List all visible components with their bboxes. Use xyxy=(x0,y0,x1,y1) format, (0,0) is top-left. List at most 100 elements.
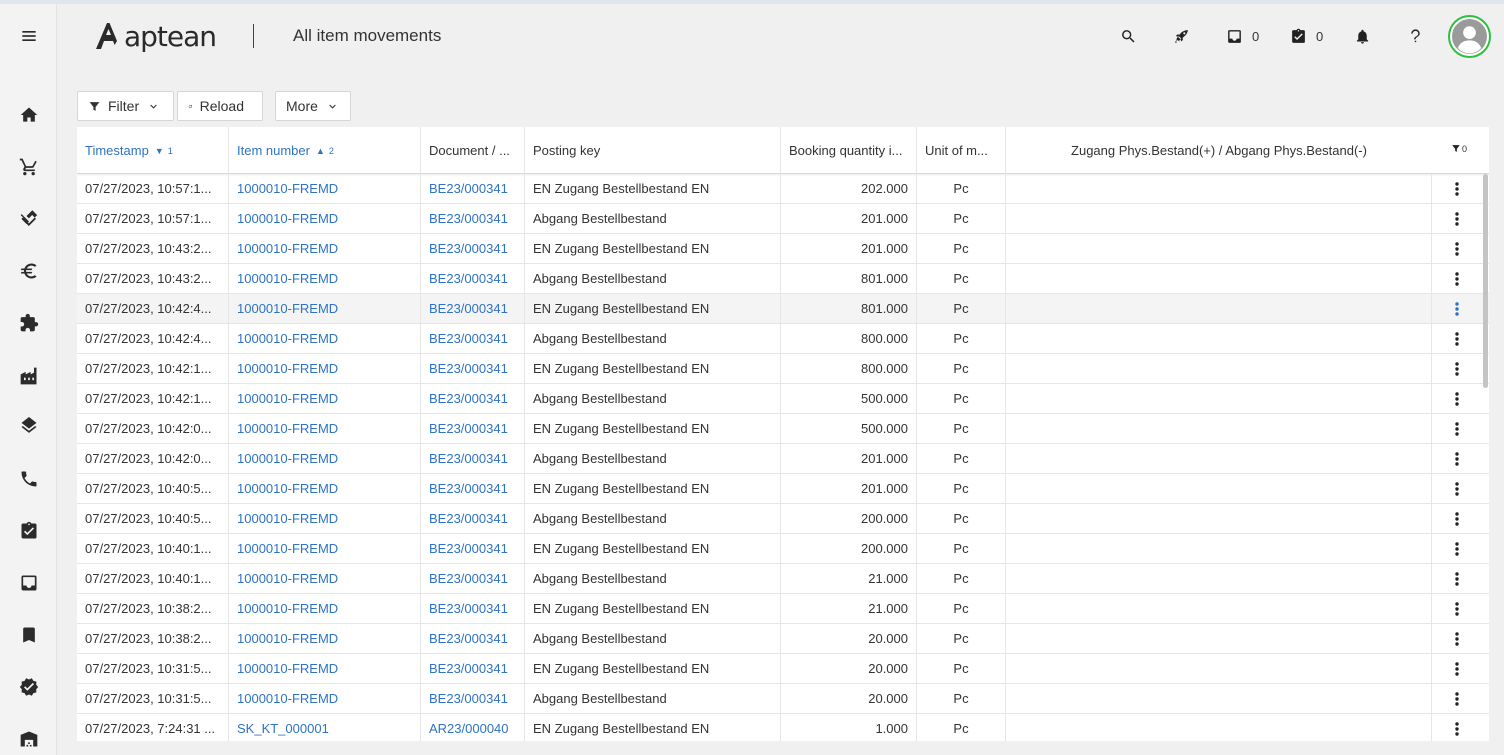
cell-item-number[interactable]: 1000010-FREMD xyxy=(229,174,421,204)
cell-item-number[interactable]: 1000010-FREMD xyxy=(229,204,421,234)
factory-icon[interactable] xyxy=(0,356,57,396)
table-row[interactable]: 07/27/2023, 10:40:5... 1000010-FREMD BE23/… xyxy=(77,504,1489,534)
row-actions-button[interactable] xyxy=(1433,594,1481,624)
row-actions-button[interactable] xyxy=(1433,654,1481,684)
inbox-icon[interactable] xyxy=(0,563,57,603)
puzzle-icon[interactable] xyxy=(0,303,57,343)
column-header-item-number[interactable]: Item number ▲ 2 xyxy=(229,127,421,174)
table-row[interactable]: 07/27/2023, 10:43:2... 1000010-FREMD BE23/… xyxy=(77,264,1489,294)
table-row[interactable]: 07/27/2023, 10:42:4... 1000010-FREMD BE23/… xyxy=(77,324,1489,354)
cell-document[interactable]: BE23/000341 xyxy=(421,234,525,264)
quick-launch-button[interactable] xyxy=(1173,22,1190,50)
cell-item-number[interactable]: 1000010-FREMD xyxy=(229,294,421,324)
reload-button[interactable]: Reload xyxy=(177,91,263,121)
row-actions-button[interactable] xyxy=(1433,324,1481,354)
table-row[interactable]: 07/27/2023, 10:38:2... 1000010-FREMD BE23/… xyxy=(77,624,1489,654)
user-avatar[interactable] xyxy=(1448,15,1491,58)
inbox-button[interactable]: 0 xyxy=(1226,22,1259,50)
tasks-button[interactable]: 0 xyxy=(1290,22,1323,50)
table-row[interactable]: 07/27/2023, 10:57:1... 1000010-FREMD BE23/… xyxy=(77,204,1489,234)
table-row[interactable]: 07/27/2023, 10:42:1... 1000010-FREMD BE23/… xyxy=(77,384,1489,414)
column-header-document[interactable]: Document / ... xyxy=(421,127,525,174)
row-actions-button[interactable] xyxy=(1433,564,1481,594)
cell-item-number[interactable]: 1000010-FREMD xyxy=(229,264,421,294)
cell-document[interactable]: BE23/000341 xyxy=(421,174,525,204)
warehouse-icon[interactable] xyxy=(0,719,57,755)
row-actions-button[interactable] xyxy=(1433,294,1481,324)
row-actions-button[interactable] xyxy=(1433,684,1481,714)
table-row[interactable]: 07/27/2023, 10:57:1... 1000010-FREMD BE23/… xyxy=(77,174,1489,204)
filter-button[interactable]: Filter xyxy=(77,91,174,121)
verified-badge-icon[interactable] xyxy=(0,667,57,707)
row-actions-button[interactable] xyxy=(1433,534,1481,564)
cell-document[interactable]: BE23/000341 xyxy=(421,444,525,474)
row-actions-button[interactable] xyxy=(1433,714,1481,741)
cell-document[interactable]: BE23/000341 xyxy=(421,504,525,534)
cell-document[interactable]: BE23/000341 xyxy=(421,624,525,654)
cell-item-number[interactable]: 1000010-FREMD xyxy=(229,414,421,444)
row-actions-button[interactable] xyxy=(1433,234,1481,264)
table-row[interactable]: 07/27/2023, 10:40:1... 1000010-FREMD BE23/… xyxy=(77,564,1489,594)
table-row[interactable]: 07/27/2023, 10:43:2... 1000010-FREMD BE23/… xyxy=(77,234,1489,264)
vertical-scrollbar[interactable] xyxy=(1483,174,1488,388)
cell-document[interactable]: BE23/000341 xyxy=(421,684,525,714)
task-icon[interactable] xyxy=(0,511,57,551)
cell-item-number[interactable]: 1000010-FREMD xyxy=(229,564,421,594)
table-row[interactable]: 07/27/2023, 10:31:5... 1000010-FREMD BE23/… xyxy=(77,684,1489,714)
table-row[interactable]: 07/27/2023, 10:42:0... 1000010-FREMD BE23/… xyxy=(77,414,1489,444)
cell-document[interactable]: BE23/000341 xyxy=(421,384,525,414)
cell-document[interactable]: BE23/000341 xyxy=(421,474,525,504)
row-actions-button[interactable] xyxy=(1433,354,1481,384)
cell-document[interactable]: BE23/000341 xyxy=(421,294,525,324)
table-row[interactable]: 07/27/2023, 10:42:1... 1000010-FREMD BE23/… xyxy=(77,354,1489,384)
cell-document[interactable]: BE23/000341 xyxy=(421,564,525,594)
cell-document[interactable]: BE23/000341 xyxy=(421,264,525,294)
cell-document[interactable]: BE23/000341 xyxy=(421,354,525,384)
table-row[interactable]: 07/27/2023, 7:24:31 ... SK_KT_000001 AR23/… xyxy=(77,714,1489,741)
column-header-unit[interactable]: Unit of m... xyxy=(917,127,1006,174)
cart-icon[interactable] xyxy=(0,147,57,187)
cell-item-number[interactable]: 1000010-FREMD xyxy=(229,234,421,264)
cell-item-number[interactable]: 1000010-FREMD xyxy=(229,654,421,684)
row-actions-button[interactable] xyxy=(1433,174,1481,204)
euro-icon[interactable] xyxy=(0,251,57,291)
cell-item-number[interactable]: 1000010-FREMD xyxy=(229,474,421,504)
row-actions-button[interactable] xyxy=(1433,474,1481,504)
table-row[interactable]: 07/27/2023, 10:38:2... 1000010-FREMD BE23/… xyxy=(77,594,1489,624)
help-button[interactable] xyxy=(1407,22,1424,50)
cell-item-number[interactable]: 1000010-FREMD xyxy=(229,354,421,384)
column-header-zugang-abgang[interactable]: Zugang Phys.Bestand(+) / Abgang Phys.Bes… xyxy=(1006,127,1432,174)
table-row[interactable]: 07/27/2023, 10:40:1... 1000010-FREMD BE23/… xyxy=(77,534,1489,564)
row-actions-button[interactable] xyxy=(1433,504,1481,534)
cell-item-number[interactable]: 1000010-FREMD xyxy=(229,444,421,474)
cell-document[interactable]: BE23/000341 xyxy=(421,414,525,444)
cell-document[interactable]: AR23/000040 xyxy=(421,714,525,741)
hamburger-menu-icon[interactable] xyxy=(0,16,57,56)
table-row[interactable]: 07/27/2023, 10:42:0... 1000010-FREMD BE23/… xyxy=(77,444,1489,474)
cell-item-number[interactable]: 1000010-FREMD xyxy=(229,684,421,714)
row-actions-button[interactable] xyxy=(1433,414,1481,444)
cell-item-number[interactable]: 1000010-FREMD xyxy=(229,534,421,564)
home-icon[interactable] xyxy=(0,95,57,135)
phone-icon[interactable] xyxy=(0,459,57,499)
more-button[interactable]: More xyxy=(275,91,351,121)
cell-document[interactable]: BE23/000341 xyxy=(421,654,525,684)
bookmark-icon[interactable] xyxy=(0,615,57,655)
cell-item-number[interactable]: 1000010-FREMD xyxy=(229,504,421,534)
cell-item-number[interactable]: 1000010-FREMD xyxy=(229,324,421,354)
column-header-booking-quantity[interactable]: Booking quantity i... xyxy=(781,127,917,174)
table-row[interactable]: 07/27/2023, 10:42:4... 1000010-FREMD BE23/… xyxy=(77,294,1489,324)
column-header-posting-key[interactable]: Posting key xyxy=(525,127,781,174)
handshake-icon[interactable] xyxy=(0,199,57,239)
row-actions-button[interactable] xyxy=(1433,384,1481,414)
table-row[interactable]: 07/27/2023, 10:31:5... 1000010-FREMD BE23/… xyxy=(77,654,1489,684)
cell-document[interactable]: BE23/000341 xyxy=(421,204,525,234)
row-actions-button[interactable] xyxy=(1433,624,1481,654)
cell-item-number[interactable]: SK_KT_000001 xyxy=(229,714,421,741)
cell-item-number[interactable]: 1000010-FREMD xyxy=(229,624,421,654)
notifications-button[interactable] xyxy=(1354,22,1371,50)
search-button[interactable] xyxy=(1120,22,1137,50)
aptean-logo[interactable]: aptean xyxy=(95,18,217,54)
table-row[interactable]: 07/27/2023, 10:40:5... 1000010-FREMD BE23/… xyxy=(77,474,1489,504)
row-actions-button[interactable] xyxy=(1433,204,1481,234)
